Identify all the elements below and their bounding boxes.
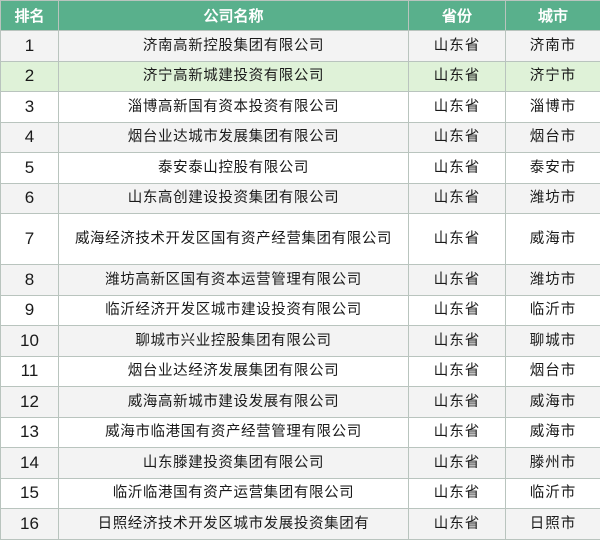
rank-cell: 7 (0, 213, 59, 265)
company-cell: 济南高新控股集团有限公司 (58, 30, 409, 62)
header-province: 省份 (408, 0, 506, 31)
province-cell: 山东省 (408, 91, 506, 123)
rank-cell: 4 (0, 121, 59, 153)
ranking-table: 排名 公司名称 省份 城市 1 济南高新控股集团有限公司 山东省 济南市 2 济… (0, 0, 600, 540)
province-cell: 山东省 (408, 182, 506, 214)
rank-cell: 2 (0, 60, 59, 92)
table-row: 5 泰安泰山控股有限公司 山东省 泰安市 (0, 152, 600, 184)
province-cell: 山东省 (408, 121, 506, 153)
rank-cell: 5 (0, 152, 59, 184)
rank-cell: 9 (0, 294, 59, 326)
province-cell: 山东省 (408, 213, 506, 265)
rank-cell: 10 (0, 325, 59, 357)
header-row: 排名 公司名称 省份 城市 (0, 0, 600, 31)
city-cell: 淄博市 (505, 91, 600, 123)
city-cell: 济宁市 (505, 60, 600, 92)
rank-cell: 14 (0, 447, 59, 479)
company-cell: 烟台业达城市发展集团有限公司 (58, 121, 409, 153)
header-company: 公司名称 (58, 0, 409, 31)
province-cell: 山东省 (408, 508, 506, 540)
city-cell: 烟台市 (505, 121, 600, 153)
table-row: 11 烟台业达经济发展集团有限公司 山东省 烟台市 (0, 355, 600, 387)
company-cell: 潍坊高新区国有资本运营管理有限公司 (58, 264, 409, 296)
table-row: 3 淄博高新国有资本投资有限公司 山东省 淄博市 (0, 91, 600, 123)
table-row: 8 潍坊高新区国有资本运营管理有限公司 山东省 潍坊市 (0, 264, 600, 296)
company-cell: 淄博高新国有资本投资有限公司 (58, 91, 409, 123)
rank-cell: 3 (0, 91, 59, 123)
company-cell: 临沂临港国有资产运营集团有限公司 (58, 477, 409, 509)
company-cell: 山东滕建投资集团有限公司 (58, 447, 409, 479)
header-city: 城市 (505, 0, 600, 31)
table-row: 14 山东滕建投资集团有限公司 山东省 滕州市 (0, 447, 600, 479)
table-row: 13 威海市临港国有资产经营管理有限公司 山东省 威海市 (0, 416, 600, 448)
rank-cell: 15 (0, 477, 59, 509)
province-cell: 山东省 (408, 60, 506, 92)
province-cell: 山东省 (408, 477, 506, 509)
city-cell: 潍坊市 (505, 264, 600, 296)
province-cell: 山东省 (408, 152, 506, 184)
header-rank: 排名 (0, 0, 59, 31)
company-cell: 临沂经济开发区城市建设投资有限公司 (58, 294, 409, 326)
city-cell: 临沂市 (505, 477, 600, 509)
city-cell: 威海市 (505, 416, 600, 448)
province-cell: 山东省 (408, 416, 506, 448)
company-cell: 山东高创建设投资集团有限公司 (58, 182, 409, 214)
province-cell: 山东省 (408, 294, 506, 326)
rank-cell: 13 (0, 416, 59, 448)
city-cell: 潍坊市 (505, 182, 600, 214)
table-row: 16 日照经济技术开发区城市发展投资集团有 山东省 日照市 (0, 508, 600, 540)
table-row: 9 临沂经济开发区城市建设投资有限公司 山东省 临沂市 (0, 294, 600, 326)
rank-cell: 8 (0, 264, 59, 296)
table-row: 15 临沂临港国有资产运营集团有限公司 山东省 临沂市 (0, 477, 600, 509)
city-cell: 济南市 (505, 30, 600, 62)
city-cell: 日照市 (505, 508, 600, 540)
province-cell: 山东省 (408, 355, 506, 387)
company-cell: 烟台业达经济发展集团有限公司 (58, 355, 409, 387)
table-row: 1 济南高新控股集团有限公司 山东省 济南市 (0, 30, 600, 62)
province-cell: 山东省 (408, 325, 506, 357)
company-cell: 济宁高新城建投资有限公司 (58, 60, 409, 92)
rank-cell: 6 (0, 182, 59, 214)
company-cell: 威海市临港国有资产经营管理有限公司 (58, 416, 409, 448)
company-cell: 聊城市兴业控股集团有限公司 (58, 325, 409, 357)
province-cell: 山东省 (408, 447, 506, 479)
company-cell: 泰安泰山控股有限公司 (58, 152, 409, 184)
table-row: 10 聊城市兴业控股集团有限公司 山东省 聊城市 (0, 325, 600, 357)
rank-cell: 11 (0, 355, 59, 387)
table-row: 6 山东高创建设投资集团有限公司 山东省 潍坊市 (0, 182, 600, 214)
city-cell: 滕州市 (505, 447, 600, 479)
rank-cell: 12 (0, 386, 59, 418)
city-cell: 聊城市 (505, 325, 600, 357)
province-cell: 山东省 (408, 386, 506, 418)
city-cell: 泰安市 (505, 152, 600, 184)
city-cell: 烟台市 (505, 355, 600, 387)
company-cell: 威海经济技术开发区国有资产经营集团有限公司 (58, 213, 409, 265)
table-row: 7 威海经济技术开发区国有资产经营集团有限公司 山东省 威海市 (0, 213, 600, 265)
city-cell: 威海市 (505, 213, 600, 265)
province-cell: 山东省 (408, 30, 506, 62)
company-cell: 日照经济技术开发区城市发展投资集团有 (58, 508, 409, 540)
city-cell: 临沂市 (505, 294, 600, 326)
table-row: 12 威海高新城市建设发展有限公司 山东省 威海市 (0, 386, 600, 418)
rank-cell: 16 (0, 508, 59, 540)
province-cell: 山东省 (408, 264, 506, 296)
table-row: 4 烟台业达城市发展集团有限公司 山东省 烟台市 (0, 121, 600, 153)
rank-cell: 1 (0, 30, 59, 62)
city-cell: 威海市 (505, 386, 600, 418)
company-cell: 威海高新城市建设发展有限公司 (58, 386, 409, 418)
table-row: 2 济宁高新城建投资有限公司 山东省 济宁市 (0, 60, 600, 92)
